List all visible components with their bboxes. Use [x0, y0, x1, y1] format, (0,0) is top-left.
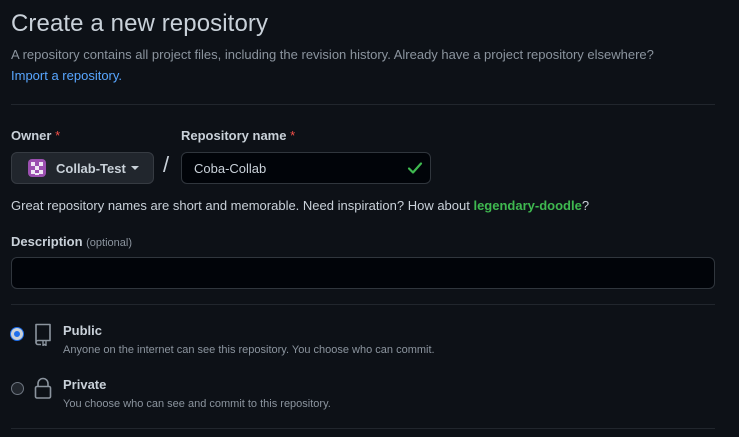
page-title: Create a new repository — [11, 10, 269, 37]
lock-icon — [34, 377, 52, 399]
description-label-text: Description — [11, 234, 83, 249]
divider — [11, 428, 715, 429]
repository-name-label-text: Repository name — [181, 128, 287, 143]
visibility-private-description: You choose who can see and commit to thi… — [63, 398, 331, 410]
chevron-down-icon — [130, 166, 139, 170]
owner-label-text: Owner — [11, 128, 52, 143]
visibility-public-radio[interactable] — [11, 328, 23, 340]
repository-name-field-wrapper — [181, 152, 431, 184]
hint-text: Great repository names are short and mem… — [11, 198, 474, 213]
visibility-public-title: Public — [63, 323, 103, 338]
description-input[interactable] — [11, 257, 715, 289]
repository-name-label: Repository name * — [181, 128, 295, 143]
required-marker: * — [290, 128, 296, 143]
optional-note: (optional) — [86, 237, 132, 249]
owner-name: Collab-Test — [56, 160, 126, 176]
repo-icon — [35, 323, 51, 346]
page-subtitle: A repository contains all project files,… — [11, 47, 654, 62]
repository-name-hint: Great repository names are short and mem… — [11, 198, 589, 213]
visibility-private-title: Private — [63, 377, 107, 392]
hint-suffix: ? — [581, 198, 590, 213]
visibility-public-description: Anyone on the internet can see this repo… — [63, 344, 435, 356]
required-marker: * — [55, 128, 61, 143]
check-icon — [407, 162, 423, 174]
create-repository-page: Create a new repository A repository con… — [0, 0, 739, 437]
repository-name-input[interactable] — [182, 153, 402, 183]
owner-select-button[interactable]: Collab-Test — [11, 152, 154, 184]
divider — [11, 304, 715, 305]
visibility-private-radio[interactable] — [11, 382, 24, 395]
description-label: Description (optional) — [11, 234, 132, 249]
owner-label: Owner * — [11, 128, 60, 143]
owner-repo-separator: / — [163, 152, 170, 177]
owner-avatar — [28, 159, 46, 177]
divider — [11, 104, 715, 105]
import-repository-link[interactable]: Import a repository. — [11, 68, 122, 83]
name-suggestion[interactable]: legendary-doodle — [473, 198, 581, 213]
